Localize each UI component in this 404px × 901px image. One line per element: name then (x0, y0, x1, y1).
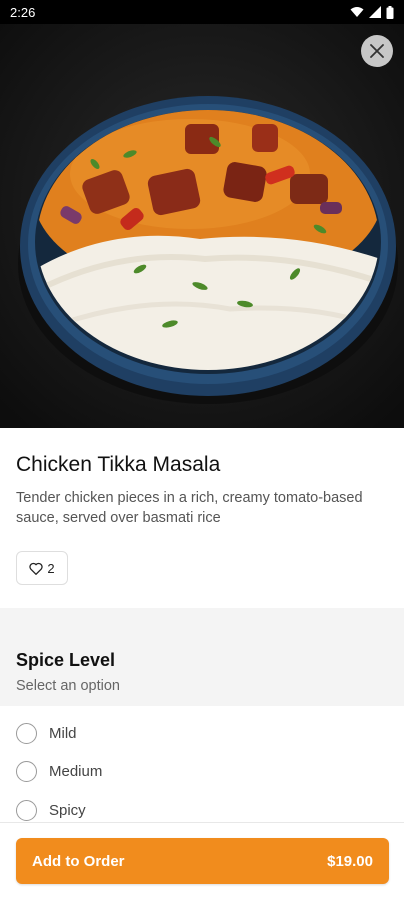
signal-icon (369, 6, 381, 18)
add-to-order-button[interactable]: Add to Order $19.00 (16, 838, 389, 884)
like-button[interactable]: 2 (16, 551, 68, 585)
like-count: 2 (47, 560, 55, 576)
option-label: Medium (49, 762, 103, 780)
spice-section-subtitle: Select an option (16, 678, 120, 694)
wifi-icon (350, 7, 364, 17)
heart-icon (29, 562, 43, 575)
add-to-order-label: Add to Order (32, 852, 125, 870)
battery-icon (386, 5, 394, 19)
option-label: Spicy (49, 801, 86, 819)
radio-button[interactable] (16, 722, 37, 744)
radio-button[interactable] (16, 760, 37, 782)
order-price: $19.00 (327, 852, 373, 870)
item-title: Chicken Tikka Masala (16, 453, 221, 476)
status-bar: 2:26 (0, 0, 404, 24)
radio-button[interactable] (16, 799, 37, 821)
item-description: Tender chicken pieces in a rich, creamy … (16, 490, 363, 526)
dish-illustration (0, 24, 404, 428)
status-icons (350, 5, 394, 19)
close-icon (370, 44, 384, 58)
spice-section-title: Spice Level (16, 650, 116, 670)
status-time: 2:26 (10, 4, 36, 20)
dish-image (0, 24, 404, 428)
option-label: Mild (49, 724, 77, 742)
close-button[interactable] (361, 35, 393, 67)
spice-option-spicy[interactable]: Spicy (16, 797, 86, 823)
spice-option-medium[interactable]: Medium (16, 758, 102, 784)
spice-option-mild[interactable]: Mild (16, 720, 77, 746)
